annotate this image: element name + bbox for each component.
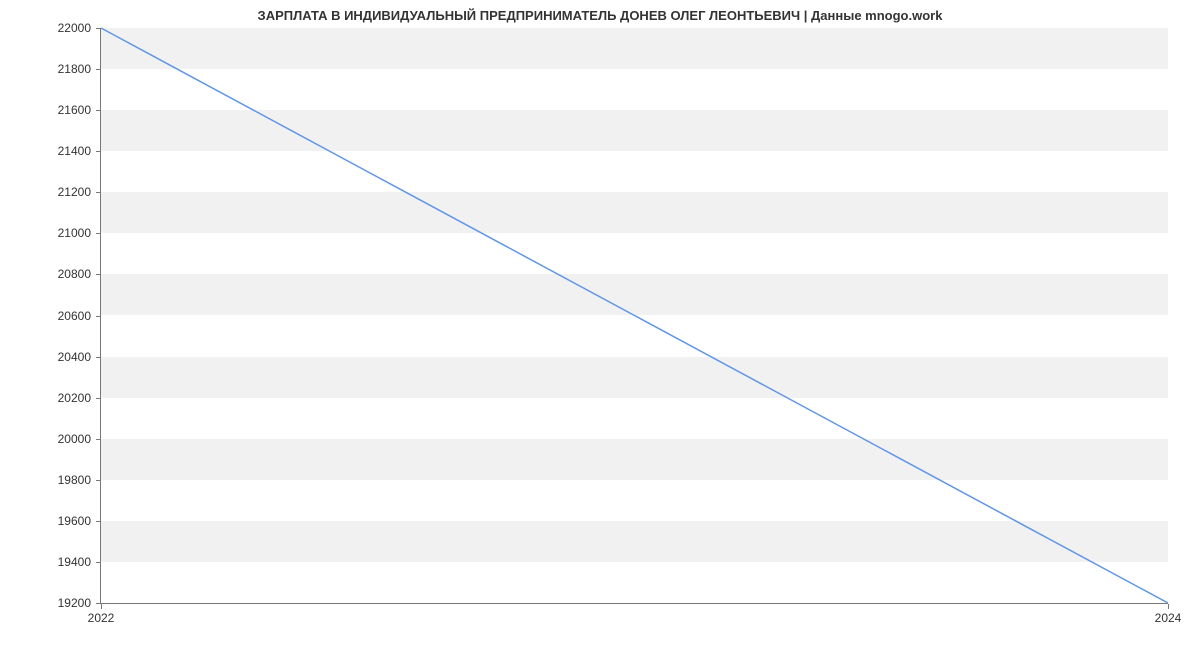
chart-title: ЗАРПЛАТА В ИНДИВИДУАЛЬНЫЙ ПРЕДПРИНИМАТЕЛ…	[0, 8, 1200, 23]
y-tick-label: 19200	[41, 596, 91, 610]
y-tick-mark	[96, 110, 101, 111]
y-tick-label: 19400	[41, 555, 91, 569]
y-tick-mark	[96, 316, 101, 317]
y-tick-mark	[96, 562, 101, 563]
y-tick-mark	[96, 521, 101, 522]
x-tick-label: 2022	[76, 611, 126, 625]
plot-area: 1920019400196001980020000202002040020600…	[100, 28, 1168, 604]
y-tick-label: 20800	[41, 267, 91, 281]
y-tick-label: 21000	[41, 226, 91, 240]
y-tick-label: 20400	[41, 350, 91, 364]
y-tick-mark	[96, 192, 101, 193]
y-tick-mark	[96, 398, 101, 399]
salary-chart: ЗАРПЛАТА В ИНДИВИДУАЛЬНЫЙ ПРЕДПРИНИМАТЕЛ…	[0, 0, 1200, 650]
y-tick-label: 20000	[41, 432, 91, 446]
y-tick-label: 21800	[41, 62, 91, 76]
y-tick-mark	[96, 357, 101, 358]
y-tick-mark	[96, 69, 101, 70]
y-tick-label: 21400	[41, 144, 91, 158]
data-line	[101, 28, 1168, 603]
y-tick-label: 20600	[41, 309, 91, 323]
y-tick-mark	[96, 28, 101, 29]
x-tick-mark	[101, 604, 102, 609]
y-tick-mark	[96, 274, 101, 275]
x-tick-mark	[1168, 604, 1169, 609]
y-tick-label: 19600	[41, 514, 91, 528]
y-tick-label: 19800	[41, 473, 91, 487]
y-tick-label: 20200	[41, 391, 91, 405]
y-tick-label: 22000	[41, 21, 91, 35]
y-tick-mark	[96, 439, 101, 440]
y-tick-label: 21600	[41, 103, 91, 117]
y-tick-mark	[96, 480, 101, 481]
x-tick-label: 2024	[1143, 611, 1193, 625]
y-tick-label: 21200	[41, 185, 91, 199]
y-tick-mark	[96, 151, 101, 152]
y-tick-mark	[96, 233, 101, 234]
